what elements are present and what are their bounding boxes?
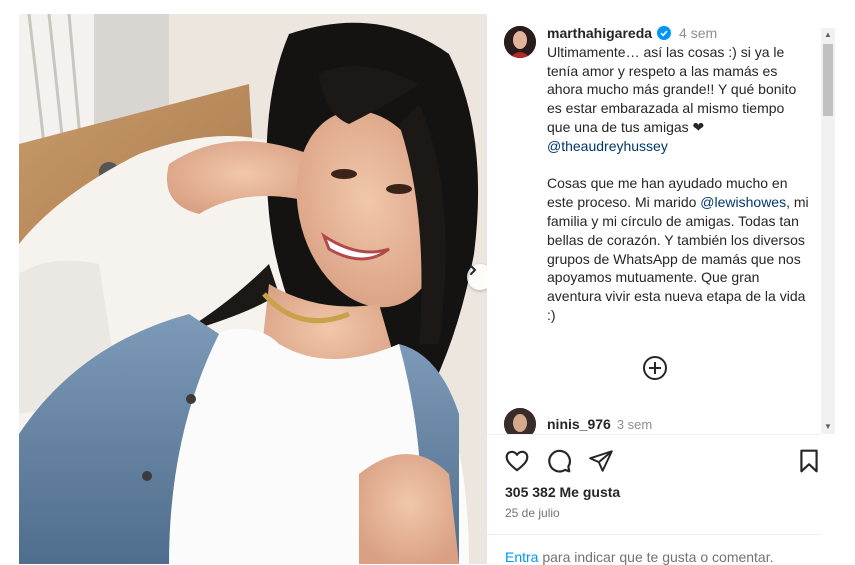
mention-link[interactable]: @lewishowes [700, 194, 786, 210]
mention-link[interactable]: @theaudreyhussey [547, 138, 668, 154]
commenter-username[interactable]: ninis_976 [547, 416, 611, 432]
instagram-post-window: marthahigareda 4 sem Ultimamente… así las… [0, 0, 855, 565]
post-sidebar: marthahigareda 4 sem Ultimamente… así las… [487, 14, 843, 565]
login-prompt-text: para indicar que te gusta o comentar. [538, 549, 774, 565]
login-prompt: Entra para indicar que te gusta o coment… [505, 549, 774, 565]
comment-icon [548, 449, 571, 473]
scroll-down-arrow-icon[interactable]: ▼ [823, 422, 833, 432]
left-margin [0, 0, 19, 564]
caption-text-3: , mi familia y mi círculo de amigas. Tod… [547, 194, 813, 323]
heart-icon [505, 450, 529, 472]
author-username[interactable]: marthahigareda [547, 25, 652, 41]
share-button[interactable] [588, 448, 614, 474]
likes-count[interactable]: 305 382 Me gusta [505, 484, 620, 500]
selfie-image [19, 14, 487, 564]
section-divider [487, 434, 821, 435]
save-button[interactable] [796, 448, 822, 474]
load-more-comments-button[interactable] [642, 355, 668, 381]
avatar-image [504, 408, 536, 434]
comments-scrollbar[interactable]: ▲ ▼ [821, 28, 835, 434]
share-icon [589, 450, 613, 472]
plus-circle-icon [643, 356, 667, 380]
comment-item: ninis_976 3 sem [504, 408, 652, 434]
comment-button[interactable] [546, 448, 572, 474]
avatar-image [504, 26, 536, 58]
chevron-right-icon [470, 265, 477, 275]
comment-time[interactable]: 3 sem [617, 417, 652, 432]
commenter-avatar[interactable] [504, 408, 536, 434]
post-actions [504, 448, 822, 476]
post-date[interactable]: 25 de julio [505, 506, 560, 520]
bookmark-icon [800, 449, 818, 473]
verified-badge-icon [657, 26, 672, 40]
post-caption: marthahigareda 4 sem Ultimamente… así las… [547, 24, 809, 325]
post-photo[interactable] [19, 14, 487, 564]
login-link[interactable]: Entra [505, 549, 538, 565]
scrollbar-thumb[interactable] [823, 44, 833, 116]
section-divider [487, 534, 821, 535]
comments-area: marthahigareda 4 sem Ultimamente… así las… [487, 14, 821, 434]
author-avatar[interactable] [504, 26, 536, 58]
post-time[interactable]: 4 sem [679, 25, 717, 41]
carousel-next-button[interactable] [467, 264, 487, 290]
caption-text-1: Ultimamente… así las cosas :) si ya le t… [547, 43, 801, 135]
scroll-up-arrow-icon[interactable]: ▲ [823, 30, 833, 40]
like-button[interactable] [504, 448, 530, 474]
